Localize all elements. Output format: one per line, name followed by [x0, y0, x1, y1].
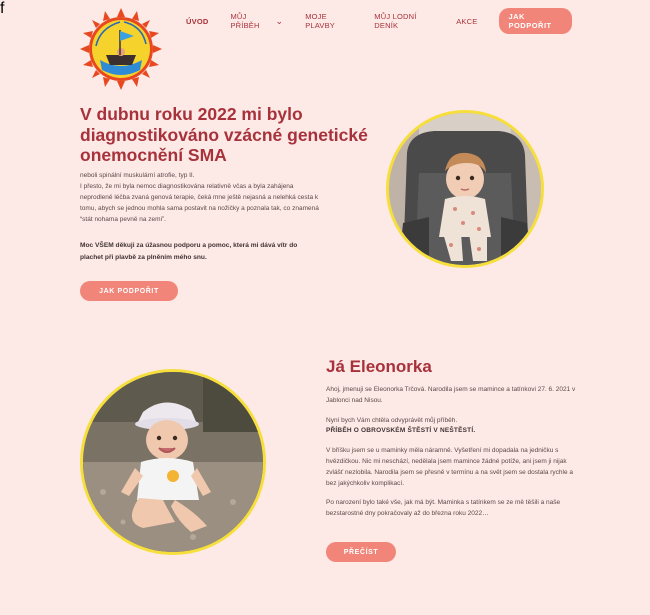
photo-baby-in-chair [386, 110, 544, 268]
nav-item-events[interactable]: AKCE [456, 17, 477, 26]
chevron-down-icon: ⌄ [275, 15, 284, 26]
nav-item-my-voyages[interactable]: MOJE PLAVBY [305, 12, 352, 30]
nav-item-logbook[interactable]: MŮJ LODNÍ DENÍK [374, 12, 434, 30]
about-paragraph-3: V bříšku jsem se u maminky měla náramně.… [326, 447, 574, 487]
nav-item-my-story[interactable]: MŮJ PŘÍBĚH ⌄ [230, 12, 283, 30]
main-nav: ÚVOD MŮJ PŘÍBĚH ⌄ MOJE PLAVBY MŮJ LODNÍ … [186, 8, 573, 34]
about-title: Já Eleonorka [326, 357, 432, 376]
about-intro-line: Nyní bych Vám chtěla odvyprávět můj příb… [326, 416, 458, 424]
instagram-icon[interactable] [555, 10, 570, 25]
site-logo[interactable] [80, 8, 162, 90]
baby-chair-illustration [389, 113, 541, 265]
about-paragraph-1: Ahoj, jmenuji se Eleonorka Trčová. Narod… [326, 386, 576, 404]
nav-item-my-story-label: MŮJ PŘÍBĚH [230, 12, 260, 30]
hero-support-button[interactable]: JAK PODPOŘIT [80, 281, 178, 301]
hero-paragraph: I přesto, že mi byla nemoc diagnostiková… [80, 183, 319, 223]
hero-thanks: Moc VŠEM děkuji za úžasnou podporu a pom… [80, 242, 298, 261]
about-text: Ahoj, jmenuji se Eleonorka Trčová. Narod… [326, 385, 576, 529]
read-more-button[interactable]: PŘEČÍST [326, 542, 396, 562]
about-paragraph-4: Po narození bylo také vše, jak má být. M… [326, 499, 561, 518]
logo-emblem [80, 8, 162, 90]
photo-baby-outdoors [80, 369, 266, 555]
hero-title: V dubnu roku 2022 mi bylo diagnostikován… [80, 104, 368, 165]
about-paragraph-2: Nyní bych Vám chtěla odvyprávět můj příb… [326, 416, 576, 438]
baby-outdoors-illustration [83, 372, 263, 552]
about-story-heading: PŘÍBĚH O OBROVSKÉM ŠTĚSTÍ V NEŠTĚSTÍ. [326, 427, 476, 435]
hero-description: neboli spinální muskulární atrofie, typ … [80, 170, 325, 225]
nav-item-home[interactable]: ÚVOD [186, 17, 208, 26]
hero-line1: neboli spinální muskulární atrofie, typ … [80, 172, 195, 179]
